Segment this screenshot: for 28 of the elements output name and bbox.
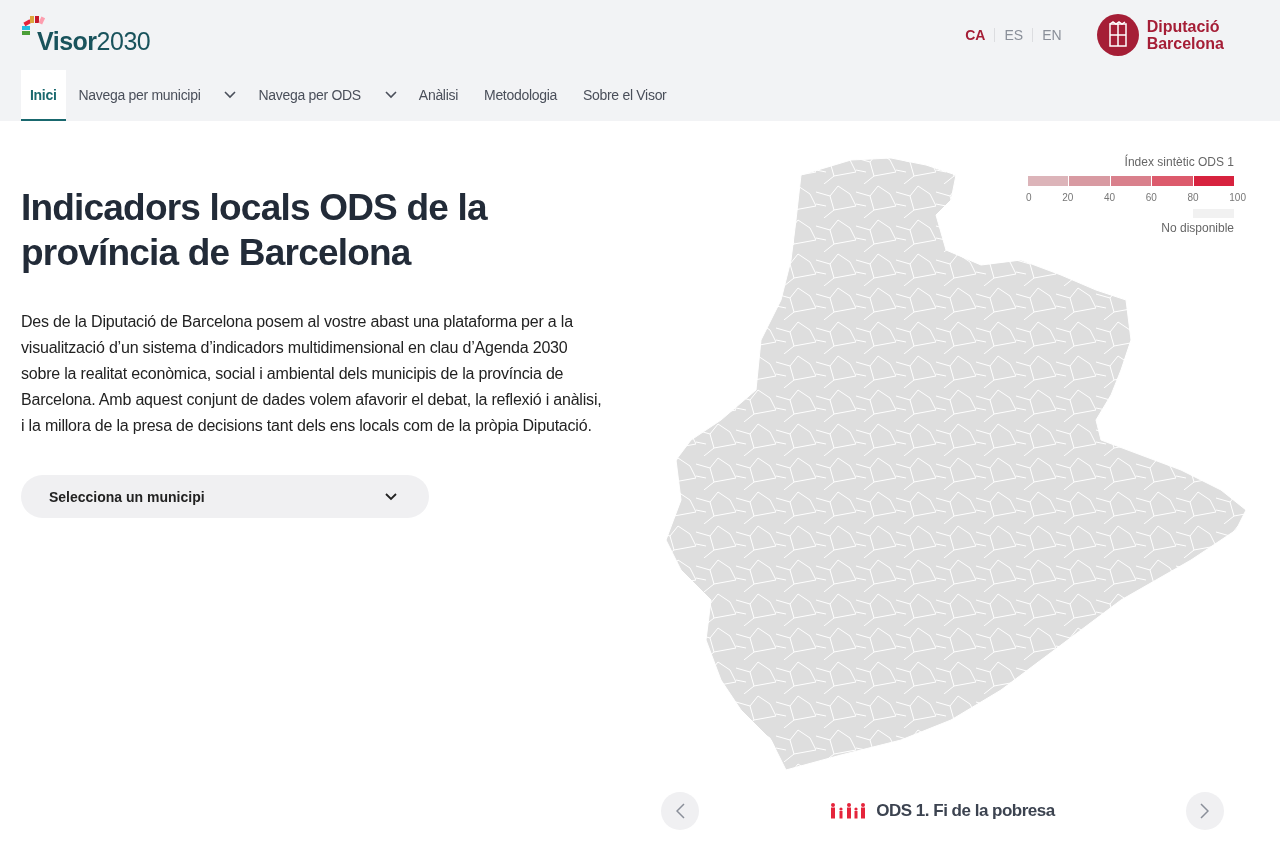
chevron-right-icon bbox=[1200, 803, 1210, 819]
chevron-left-icon bbox=[675, 803, 685, 819]
page-title: Indicadors locals ODS de la província de Barcelona bbox=[21, 186, 489, 275]
chevron-down-icon bbox=[385, 492, 397, 501]
nav-tab[interactable]: Inici bbox=[21, 70, 66, 121]
family-icon bbox=[830, 803, 867, 819]
nav-tab[interactable]: Navega per ODS bbox=[245, 70, 406, 121]
nav-tab[interactable]: Sobre el Visor bbox=[570, 70, 680, 121]
institution-name: Diputació Barcelona bbox=[1146, 18, 1224, 53]
legend-label: No disponible bbox=[1161, 221, 1234, 235]
legend-tick: 20 bbox=[1062, 192, 1074, 203]
language-link[interactable]: CA bbox=[956, 27, 995, 44]
intro-paragraph: Des de la Diputació de Barcelona posem al vostre abast una plataforma per a la visualització d’un sistema d’indicadors multidimensional en clau d’Agenda 2030 sobre la realitat econòmica, social i ambiental dels municipis de la província de Barcelona. Amb aquest conjunt de dades volem afavorir el debat, la reflexió i anàlisi, i la millora de la presa de decisions tant dels ens locals com de la pròpia Diputació. bbox=[21, 312, 603, 436]
coat-of-arms-icon bbox=[1096, 14, 1139, 57]
nav-tab[interactable]: Anàlisi bbox=[405, 70, 471, 121]
municipality-select[interactable]: Selecciona un municipi bbox=[21, 475, 429, 518]
legend-tick: 60 bbox=[1145, 192, 1157, 203]
previous-button[interactable] bbox=[661, 792, 699, 830]
nav-tab[interactable]: Metodologia bbox=[471, 70, 570, 121]
next-button[interactable] bbox=[1186, 792, 1224, 830]
visor-logo[interactable]: Visor2030 bbox=[21, 14, 151, 56]
legend-tick: 40 bbox=[1103, 192, 1116, 203]
nav-tab[interactable]: Navega per municipi bbox=[65, 70, 246, 121]
legend-tick: 100 bbox=[1229, 192, 1246, 203]
legend-tick: 80 bbox=[1187, 192, 1199, 203]
legend-tick: 0 bbox=[1026, 192, 1032, 203]
goal-title: ODS 1. Fi de la pobresa bbox=[876, 801, 1055, 821]
legend-title: Índex sintètic ODS 1 bbox=[1124, 155, 1234, 169]
